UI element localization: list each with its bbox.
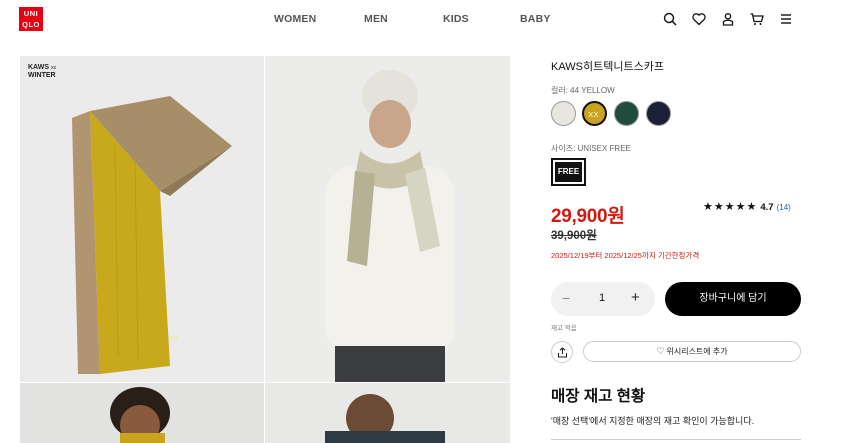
model-image-1[interactable] bbox=[265, 56, 510, 382]
increase-quantity-button[interactable]: + bbox=[631, 289, 640, 306]
model-image-3[interactable] bbox=[265, 383, 510, 443]
color-label: 컬러: 44 YELLOW bbox=[551, 86, 615, 95]
heart-outline-icon: ♡ bbox=[656, 346, 665, 356]
add-to-wishlist-button[interactable]: ♡ 위시리스트에 추가 bbox=[583, 341, 801, 362]
uniqlo-logo[interactable]: UNI QLO bbox=[19, 7, 43, 31]
size-option-free[interactable]: FREE bbox=[551, 158, 586, 186]
store-stock-title: 매장 재고 현황 bbox=[551, 388, 646, 405]
color-swatch-white[interactable] bbox=[551, 101, 576, 126]
color-swatch-yellow[interactable]: xx bbox=[582, 101, 607, 126]
divider bbox=[551, 439, 801, 440]
svg-text:xx: xx bbox=[588, 110, 599, 120]
sale-price: 29,900원 bbox=[551, 206, 625, 227]
nav-baby[interactable]: BABY bbox=[520, 13, 551, 25]
svg-text:xx: xx bbox=[168, 334, 179, 344]
color-swatch-navy[interactable] bbox=[646, 101, 671, 126]
original-price: 39,900원 bbox=[551, 230, 597, 242]
rating-value: 4.7 bbox=[760, 202, 774, 213]
nav-men[interactable]: MEN bbox=[364, 13, 388, 25]
model-image-2[interactable] bbox=[20, 383, 264, 443]
low-stock-note: 재고 적음 bbox=[551, 325, 577, 332]
decrease-quantity-button[interactable]: − bbox=[562, 290, 570, 306]
star-rating-icon: ★★★★★ bbox=[703, 201, 758, 213]
promo-period: 2025/12/19부터 2025/12/25까지 기간한정가격 bbox=[551, 251, 700, 260]
share-button[interactable] bbox=[551, 341, 573, 363]
product-gallery: xx KAWS xx WINTER bbox=[20, 56, 510, 443]
size-label: 사이즈: UNISEX FREE bbox=[551, 144, 631, 153]
nav-kids[interactable]: KIDS bbox=[443, 13, 469, 25]
quantity-value: 1 bbox=[599, 292, 606, 304]
store-stock-description: '매장 선택'에서 지정한 매장의 재고 확인이 가능합니다. bbox=[551, 416, 755, 426]
quantity-stepper: − 1 + bbox=[551, 282, 655, 316]
add-to-cart-button[interactable]: 장바구니에 담기 bbox=[665, 282, 801, 316]
rating[interactable]: ★★★★★ 4.7 (14) bbox=[703, 200, 791, 213]
share-icon bbox=[557, 347, 568, 358]
product-image-scarf[interactable]: xx KAWS xx WINTER bbox=[20, 56, 264, 382]
review-count[interactable]: (14) bbox=[777, 203, 791, 212]
nav-women[interactable]: WOMEN bbox=[274, 13, 316, 25]
product-info-panel: KAWS히트텍니트스카프 컬러: 44 YELLOW xx 사이즈: UNISE… bbox=[551, 0, 811, 443]
kaws-winter-badge: KAWS xx WINTER bbox=[28, 64, 56, 79]
color-swatch-green[interactable] bbox=[614, 101, 639, 126]
product-name: KAWS히트텍니트스카프 bbox=[551, 61, 664, 73]
